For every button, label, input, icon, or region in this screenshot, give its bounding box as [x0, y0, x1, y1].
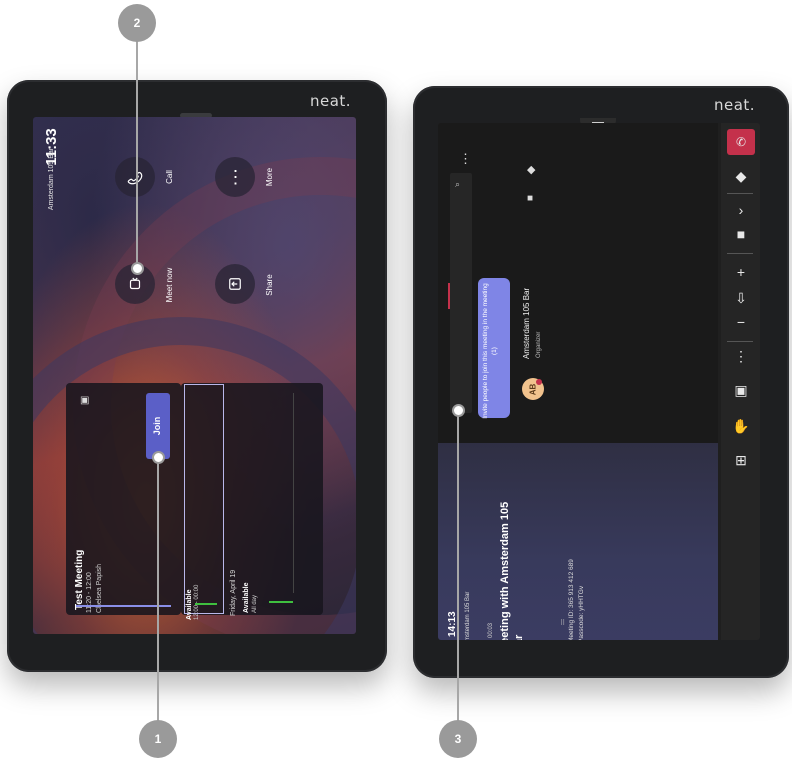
- callout-leader: [136, 40, 138, 268]
- participant-name: Amsterdam 105 Bar: [522, 287, 531, 359]
- meeting-id: Meeting ID: 365 913 412 689: [568, 559, 575, 640]
- call-toolbar: ✆ ◆ › ■ + ⇩ − ⋮ ▣ ✋ ⊞: [721, 123, 760, 640]
- share-label: Share: [265, 274, 274, 296]
- reaction-icon: ✋: [732, 417, 750, 434]
- callout-anchor: [152, 451, 165, 464]
- meeting-time: 11:20 - 12:00: [86, 572, 93, 613]
- meeting-passcode: Passcode: yHHTGv: [578, 585, 585, 640]
- room-name: Amsterdam 105 Bar: [465, 591, 471, 640]
- more-icon: ⋮: [734, 347, 748, 364]
- meeting-card[interactable]: ▣ Join Test Meeting 11:20 - 12:00 Chelse…: [66, 383, 181, 615]
- meet-now-label: Meet now: [165, 267, 174, 303]
- camera-icon[interactable]: ■: [527, 193, 533, 204]
- divider: [448, 283, 450, 309]
- more-button[interactable]: ⋮: [215, 157, 255, 197]
- calendar-icon: ▣: [80, 395, 90, 406]
- speaker-icon: ⇩: [735, 289, 747, 306]
- brand-logo: neat.: [310, 92, 352, 110]
- callout-leader: [457, 410, 459, 722]
- chevron-button[interactable]: ›: [727, 199, 755, 221]
- invite-text: Invite people to join this meeting in th…: [482, 283, 498, 419]
- hang-up-icon: ✆: [735, 135, 747, 149]
- meeting-title: Meeting with Amsterdam 105 Bar: [499, 501, 525, 640]
- meeting-organizer: Chelsea Papish: [96, 563, 103, 613]
- volume-down-button[interactable]: −: [727, 311, 755, 333]
- call-label: Call: [165, 170, 174, 184]
- meeting-info: 14:13 Amsterdam 105 Bar 00:03 Meeting wi…: [438, 443, 718, 640]
- callout-leader: [157, 456, 159, 722]
- layout-button[interactable]: ⊞: [727, 449, 755, 471]
- more-label: More: [265, 167, 274, 187]
- meeting-screen: ⋮ ⌕ ◆ ■ Invite people to join this meeti…: [438, 123, 760, 640]
- people-list: ⌕: [450, 173, 472, 413]
- meeting-panel: ⋮ ⌕ ◆ ■ Invite people to join this meeti…: [438, 123, 718, 640]
- plus-icon: +: [736, 264, 746, 280]
- camera-toggle-button[interactable]: ■: [727, 223, 755, 245]
- status-badge: [536, 379, 542, 385]
- minus-icon: −: [736, 314, 746, 330]
- grid-icon: ⊞: [735, 451, 747, 468]
- slot-time: 12:00 - 00:00: [194, 560, 204, 620]
- more-icon: ⋮: [226, 167, 245, 187]
- end-call-button[interactable]: ✆: [727, 129, 755, 155]
- room-name: Amsterdam 105 Bar: [48, 147, 55, 211]
- available-indicator: [195, 603, 217, 605]
- divider: [727, 253, 753, 254]
- available-indicator: [269, 601, 293, 603]
- microphone-icon[interactable]: ◆: [527, 163, 535, 176]
- divider: [293, 393, 294, 593]
- volume-up-button[interactable]: +: [727, 261, 755, 283]
- slot-time: All day: [252, 594, 258, 613]
- join-label: Join: [152, 416, 162, 436]
- divider: [727, 341, 753, 342]
- video-icon: [129, 277, 141, 290]
- callout-anchor: [131, 262, 144, 275]
- day-label: Friday, April 19: [230, 569, 237, 616]
- availability-card: Available 12:00 - 00:00 Friday, April 19…: [181, 383, 323, 620]
- avatar-initials: AB: [528, 383, 538, 395]
- invite-tooltip[interactable]: Invite people to join this meeting in th…: [478, 278, 510, 419]
- callout-badge: 3: [439, 720, 477, 758]
- callout-badge: 1: [139, 720, 177, 758]
- search-icon[interactable]: ⌕: [455, 179, 460, 190]
- home-screen: 11:33 Amsterdam 105 Bar Call ⋮ More Meet…: [33, 117, 356, 634]
- camera-icon: ■: [736, 226, 746, 242]
- callout-badge: 2: [118, 4, 156, 42]
- call-button[interactable]: [115, 157, 155, 197]
- share-button[interactable]: ▣: [727, 379, 755, 401]
- callout-anchor: [452, 404, 465, 417]
- brand-logo: neat.: [714, 96, 756, 114]
- divider: [727, 193, 753, 194]
- join-button[interactable]: Join: [146, 393, 170, 459]
- share-icon: ▣: [734, 381, 748, 398]
- mute-button[interactable]: ◆: [727, 165, 755, 187]
- microphone-icon: ◆: [735, 167, 747, 184]
- chevron-right-icon: ›: [738, 202, 744, 218]
- share-icon: [229, 278, 241, 290]
- dial-icon: ⠿: [560, 620, 566, 627]
- timeslot-selected[interactable]: Available 12:00 - 00:00: [184, 384, 224, 620]
- meeting-duration: 00:03: [488, 622, 494, 638]
- reactions-button[interactable]: ✋: [727, 415, 755, 437]
- speaker-button[interactable]: ⇩: [727, 287, 755, 309]
- participant-role: Organizer: [536, 331, 542, 358]
- phone-icon: [127, 171, 143, 185]
- more-options-button[interactable]: ⋮: [727, 345, 755, 367]
- share-button[interactable]: [215, 264, 255, 304]
- more-icon[interactable]: ⋮: [459, 151, 472, 167]
